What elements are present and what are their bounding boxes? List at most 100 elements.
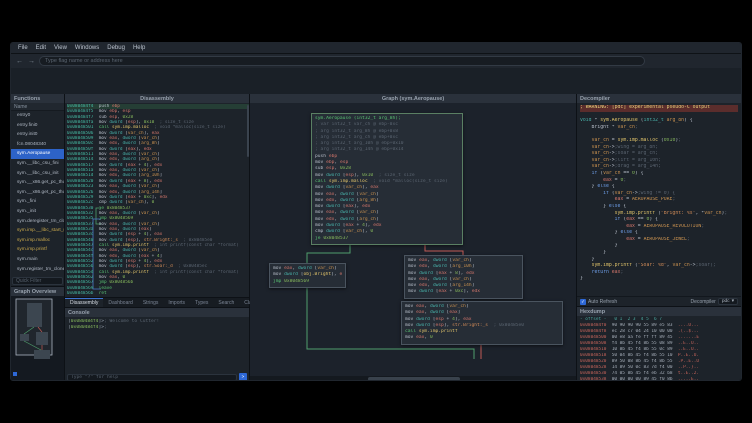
disassembly-view[interactable]: 0x080484f4 push ebp0x080484f5 mov ebp, e…	[65, 103, 249, 297]
function-item[interactable]: fcn.08048340	[11, 140, 64, 150]
menu-help[interactable]: Help	[129, 45, 149, 51]
decompiler-line[interactable]: sym.imp.printf ("Soar: %d", var_ch->;soa…	[580, 263, 738, 270]
decompiler-line[interactable]: eax = AEROPAUSE_PURE;	[580, 197, 738, 204]
functions-name-column-header[interactable]: Name	[11, 103, 64, 111]
console-input[interactable]	[67, 374, 237, 381]
decompiler-line[interactable]: var_ch->;lift = arg_10h;	[580, 158, 738, 165]
tab-types[interactable]: Types	[190, 298, 213, 307]
function-item[interactable]: sym.__x86.get_pc_thunk.bp	[11, 178, 64, 188]
function-item[interactable]: sym.imp.malloc	[11, 236, 64, 246]
decompiler-line[interactable]: } else {	[580, 230, 738, 237]
omnibar[interactable]	[39, 56, 645, 66]
hexdump-row[interactable]: 0x08048538 00 00 00 00 89 45 f0 8b .....…	[580, 377, 738, 381]
decompiler-line[interactable]: var_ch = sym.imp.malloc (0x10);	[580, 138, 738, 145]
decompiler-line[interactable]: sym.imp.printf ("Bright: %s", *var_ch);	[580, 211, 738, 218]
console-line[interactable]: [0x080484f4]>;	[68, 325, 246, 331]
disassembly-scrollbar[interactable]	[247, 105, 249, 157]
chevron-down-icon: ▾	[732, 299, 734, 304]
function-item[interactable]: sym.main	[11, 255, 64, 265]
console-run-button[interactable]: >	[239, 373, 247, 381]
decompiler-view[interactable]: ; WARNING: [pdc] experimental pseudo-C o…	[577, 103, 741, 296]
hexdump-view[interactable]: - offset - 0 1 2 3 4 5 6 70x080484f0 90 …	[577, 316, 741, 381]
decompiler-select-label: Decompiler	[691, 299, 716, 305]
decompiler-line[interactable]: }	[580, 257, 738, 264]
decompiler-line[interactable]: return eax;	[580, 270, 738, 277]
graph-node-line[interactable]: jmp 0x8048569	[273, 279, 342, 285]
graph-scrollbar-thumb[interactable]	[368, 377, 460, 381]
decompiler-line[interactable]: eax = 0;	[580, 178, 738, 185]
tab-disassembly[interactable]: Disassembly	[65, 298, 103, 307]
screen: FileEditViewWindowsDebugHelp ← → Functio…	[0, 0, 752, 423]
tab-imports[interactable]: Imports	[163, 298, 190, 307]
decompiler-line[interactable]	[580, 283, 738, 290]
tab-search[interactable]: Search	[213, 298, 239, 307]
function-item[interactable]: sym.deregister_tm_clones	[11, 217, 64, 227]
function-item[interactable]: sym._fini	[11, 197, 64, 207]
graph-node-false-branch[interactable]: mov eax, dword [var_ch]mov edx, dword [a…	[404, 255, 523, 299]
function-item[interactable]: sym.__x86.get_pc_thunk.bx	[11, 188, 64, 198]
function-item[interactable]: entry.fini0	[11, 121, 64, 131]
function-item[interactable]: sym._init	[11, 207, 64, 217]
menu-windows[interactable]: Windows	[71, 45, 103, 51]
decompiler-line[interactable]: eax = AEROPAUSE_JEWEL;	[580, 237, 738, 244]
decompiler-line[interactable]: var_ch->;wing = arg_8h;	[580, 145, 738, 152]
graph-panel-header[interactable]: Graph (sym.Aeropause)	[250, 94, 576, 103]
graph-panel: Graph (sym.Aeropause) sym.Aeropause (int…	[250, 94, 576, 381]
disassembly-panel-header[interactable]: Disassembly	[65, 94, 249, 103]
graph-node-line[interactable]: mov eax, 0	[405, 335, 559, 341]
graph-canvas[interactable]: sym.Aeropause (int32_t arg_8h);; var int…	[250, 103, 576, 376]
disassembly-line[interactable]: 0x0804856b ret	[67, 291, 249, 296]
function-item[interactable]: sym.__libc_csu_fini	[11, 159, 64, 169]
menu-debug[interactable]: Debug	[103, 45, 129, 51]
menu-file[interactable]: File	[14, 45, 32, 51]
graph-node-line[interactable]: mov dword [eax + 0xc], edx	[408, 289, 519, 295]
auto-refresh-label: Auto Refresh	[588, 299, 617, 305]
decompiler-line[interactable]: Bright * var_ch;	[580, 125, 738, 132]
graph-node-true-branch[interactable]: mov eax, dword [var_ch]mov dword [obj.Br…	[269, 263, 346, 288]
decompiler-line[interactable]: } else {	[580, 204, 738, 211]
function-item[interactable]: entry.init0	[11, 130, 64, 140]
menu-edit[interactable]: Edit	[32, 45, 50, 51]
quick-filter-input[interactable]	[12, 277, 63, 285]
forward-button[interactable]: →	[27, 58, 36, 65]
hexdump-panel-header[interactable]: Hexdump	[577, 307, 741, 316]
decompiler-line[interactable]: var_ch->;soar = arg_ch;	[580, 151, 738, 158]
decompiler-line[interactable]: }	[580, 250, 738, 257]
decompiler-line[interactable]: ; WARNING: [pdc] experimental pseudo-C o…	[580, 105, 738, 112]
console-output: [0x080484f4]>; Welcome to Cutter![0x0804…	[65, 317, 249, 372]
decompiler-line[interactable]: }	[580, 276, 738, 283]
function-item[interactable]: sym.register_tm_clones	[11, 265, 64, 275]
tab-strings[interactable]: Strings	[138, 298, 164, 307]
console-panel-header[interactable]: Console	[65, 308, 249, 317]
function-item[interactable]: sym.Aeropause	[11, 149, 64, 159]
back-button[interactable]: ←	[15, 58, 24, 65]
graph-node-entry[interactable]: sym.Aeropause (int32_t arg_8h);; var int…	[311, 113, 463, 245]
graph-node-exit[interactable]: mov eax, dword [var_ch]mov eax, dword [e…	[401, 301, 563, 345]
decompiler-line[interactable]: if (var_ch == 0) {	[580, 171, 738, 178]
decompiler-line[interactable]: var_ch->;drag = arg_14h;	[580, 164, 738, 171]
decompiler-line[interactable]	[580, 112, 738, 119]
decompiler-select[interactable]: pdc ▾	[718, 298, 738, 305]
decompiler-panel-header[interactable]: Decompiler	[577, 94, 741, 103]
function-item[interactable]: sym.__libc_csu_init	[11, 169, 64, 179]
function-item[interactable]: sym.imp.__libc_start_main	[11, 226, 64, 236]
graph-horizontal-scrollbar[interactable]	[250, 376, 576, 381]
decompiler-line[interactable]: if (var_ch->;wing != 0) {	[580, 191, 738, 198]
auto-refresh-checkbox[interactable]: ✓	[580, 299, 586, 305]
graph-node-line[interactable]: je 0x8048537	[315, 236, 459, 242]
functions-panel-header[interactable]: Functions	[11, 94, 64, 103]
graph-overview-header[interactable]: Graph Overview	[11, 287, 64, 296]
omnibar-input[interactable]	[45, 58, 639, 64]
function-item[interactable]: entry0	[11, 111, 64, 121]
decompiler-line[interactable]: }	[580, 243, 738, 250]
menu-view[interactable]: View	[50, 45, 71, 51]
decompiler-line[interactable]	[580, 131, 738, 138]
decompiler-line[interactable]: eax = AEROPAUSE_REVOLUTION;	[580, 224, 738, 231]
functions-panel: Functions Name entry0entry.fini0entry.in…	[11, 94, 64, 286]
function-item[interactable]: sym.imp.printf	[11, 245, 64, 255]
decompiler-line[interactable]: } else {	[580, 184, 738, 191]
decompiler-line[interactable]: if (eax == 0) {	[580, 217, 738, 224]
tab-dashboard[interactable]: Dashboard	[103, 298, 137, 307]
decompiler-line[interactable]: void * sym.Aeropause (int32_t arg_8h) {	[580, 118, 738, 125]
graph-overview-minimap[interactable]	[11, 296, 64, 381]
